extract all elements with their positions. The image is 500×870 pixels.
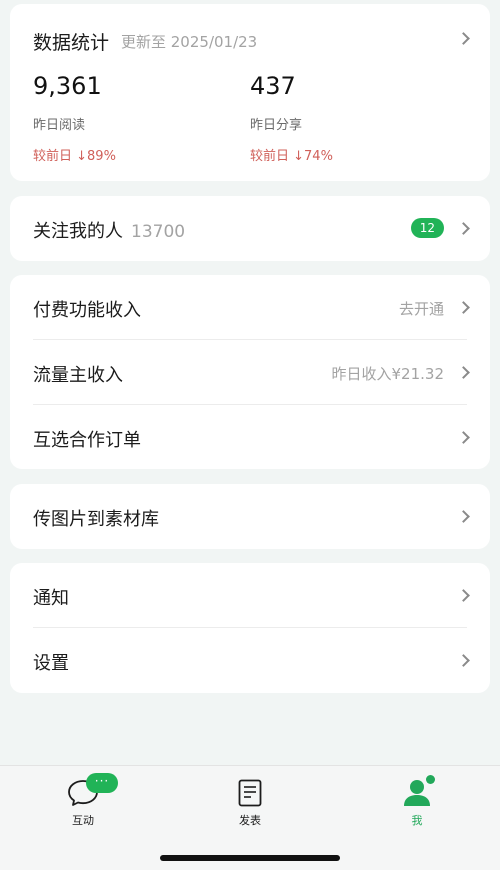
tab-label: 我 [411,814,423,827]
bottom-tab-bar: 互动 ··· 发表 我 [0,765,500,870]
notification-dot [426,775,435,784]
notifications-row[interactable]: 通知 [10,563,490,628]
stat-label: 昨日分享 [250,118,303,133]
chevron-right-icon [457,654,470,667]
row-label: 通知 [33,588,69,609]
chevron-right-icon [457,366,470,379]
stat-value: 9,361 [33,72,102,100]
chevron-right-icon [457,222,470,235]
row-label: 流量主收入 [33,365,123,386]
unread-messages-badge: ··· [86,773,118,793]
stats-card[interactable]: 数据统计 更新至 2025/01/23 9,361 昨日阅读 较前日 ↓89% … [10,4,490,181]
chevron-right-icon [457,589,470,602]
document-icon [238,779,262,807]
upload-images-row[interactable]: 传图片到素材库 [10,484,490,549]
tab-label: 互动 [72,814,94,827]
chevron-right-icon [457,431,470,444]
row-label: 传图片到素材库 [33,509,159,530]
cooperation-orders-row[interactable]: 互选合作订单 [10,405,490,470]
tab-label: 发表 [239,814,261,827]
home-indicator[interactable] [160,855,340,861]
paid-features-income-row[interactable]: 付费功能收入 去开通 [10,275,490,340]
row-value: 昨日收入¥21.32 [331,365,445,383]
followers-row[interactable]: 关注我的人 13700 12 [10,196,490,261]
stats-title: 数据统计 [33,32,110,54]
chevron-right-icon [457,301,470,314]
row-label: 设置 [33,653,69,674]
upload-card: 传图片到素材库 [10,484,490,549]
tab-publish[interactable]: 发表 [200,766,300,836]
followers-count: 13700 [131,222,186,242]
tab-me[interactable]: 我 [367,766,467,836]
new-followers-badge: 12 [410,218,444,238]
traffic-income-row[interactable]: 流量主收入 昨日收入¥21.32 [10,340,490,405]
stats-updated-date: 更新至 2025/01/23 [121,33,258,51]
stat-compare: 较前日 ↓74% [250,149,333,164]
stat-yesterday-reads[interactable]: 9,361 昨日阅读 较前日 ↓89% [33,72,116,164]
followers-card: 关注我的人 13700 12 [10,196,490,261]
row-value: 去开通 [398,300,444,318]
stat-compare: 较前日 ↓89% [33,149,116,164]
stat-value: 437 [250,72,296,100]
settings-row[interactable]: 设置 [10,628,490,693]
income-card: 付费功能收入 去开通 流量主收入 昨日收入¥21.32 互选合作订单 [10,275,490,469]
stat-label: 昨日阅读 [33,118,86,133]
followers-label: 关注我的人 [33,221,123,242]
row-label: 付费功能收入 [33,300,141,321]
tab-interaction[interactable]: 互动 [33,766,133,836]
stat-yesterday-shares[interactable]: 437 昨日分享 较前日 ↓74% [250,72,333,164]
chevron-right-icon [457,510,470,523]
chevron-right-icon [457,32,470,45]
row-label: 互选合作订单 [33,430,141,451]
misc-card: 通知 设置 [10,563,490,693]
